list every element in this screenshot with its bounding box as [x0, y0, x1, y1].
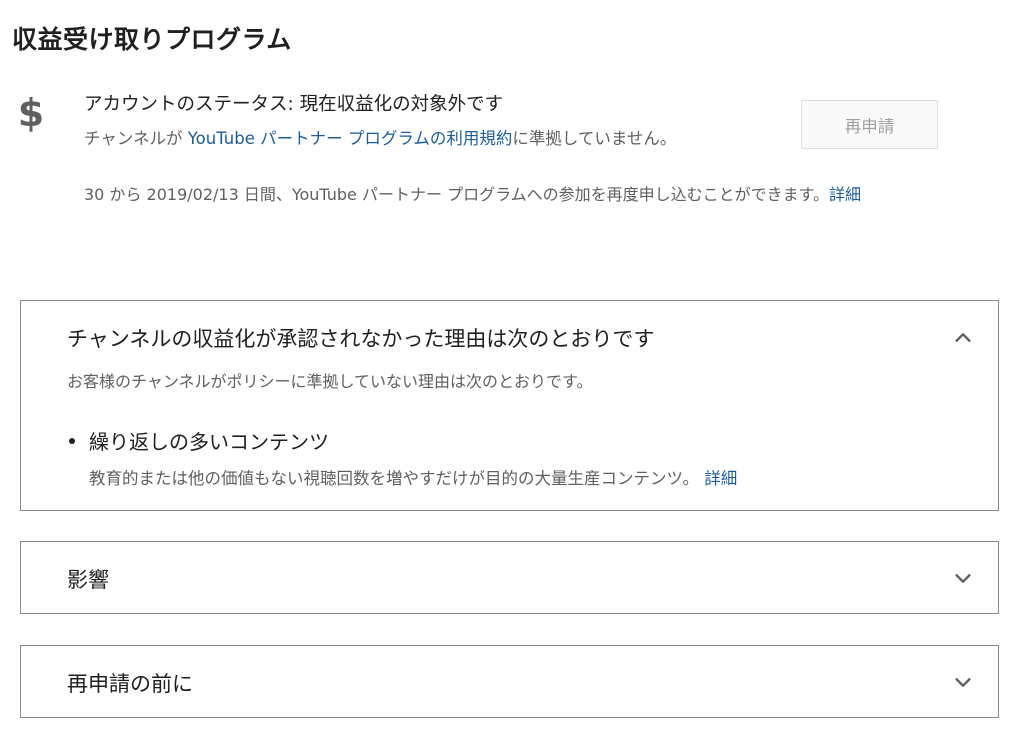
status-desc-suffix: に準拠していません。 [512, 129, 677, 148]
account-status-section: $ アカウントのステータス: 現在収益化の対象外です チャンネルが YouTub… [0, 88, 1024, 248]
impact-panel[interactable]: 影響 [20, 541, 999, 614]
status-label: アカウントのステータス: [84, 94, 294, 115]
rejection-reasons-subtitle: お客様のチャンネルがポリシーに準拠していない理由は次のとおりです。 [67, 372, 593, 391]
dollar-sign-icon: $ [17, 91, 45, 135]
before-reapply-panel[interactable]: 再申請の前に [20, 645, 999, 718]
rejection-reasons-title: チャンネルの収益化が承認されなかった理由は次のとおりです [67, 327, 655, 351]
rejection-reasons-panel: チャンネルの収益化が承認されなかった理由は次のとおりです お客様のチャンネルがポ… [20, 300, 999, 511]
bullet-icon [69, 438, 75, 444]
status-headline: アカウントのステータス: 現在収益化の対象外です [84, 90, 503, 116]
chevron-down-icon[interactable] [952, 671, 974, 693]
reapply-info-text: 30 から 2019/02/13 日間、YouTube パートナー プログラムへ… [84, 185, 829, 204]
reapply-info: 30 から 2019/02/13 日間、YouTube パートナー プログラムへ… [84, 180, 1014, 210]
status-description: チャンネルが YouTube パートナー プログラムの利用規約に準拠していません… [84, 125, 676, 149]
partner-program-terms-link[interactable]: YouTube パートナー プログラムの利用規約 [188, 129, 513, 148]
status-value: 現在収益化の対象外です [299, 94, 504, 115]
impact-title: 影響 [67, 568, 109, 592]
reason-details-link[interactable]: 詳細 [704, 469, 737, 488]
status-desc-prefix: チャンネルが [84, 129, 188, 148]
page-title: 収益受け取りプログラム [12, 25, 292, 54]
before-reapply-title: 再申請の前に [67, 672, 193, 696]
reason-title: 繰り返しの多いコンテンツ [89, 430, 329, 454]
reason-desc-text: 教育的または他の価値もない視聴回数を増やすだけが目的の大量生産コンテンツ。 [89, 469, 700, 488]
reapply-details-link[interactable]: 詳細 [829, 185, 861, 204]
chevron-down-icon[interactable] [952, 567, 974, 589]
reason-description: 教育的または他の価値もない視聴回数を増やすだけが目的の大量生産コンテンツ。 詳細 [89, 465, 737, 489]
chevron-up-icon[interactable] [952, 327, 974, 349]
monetization-page: 収益受け取りプログラム $ アカウントのステータス: 現在収益化の対象外です チ… [0, 0, 1024, 729]
reapply-button[interactable]: 再申請 [801, 100, 938, 149]
